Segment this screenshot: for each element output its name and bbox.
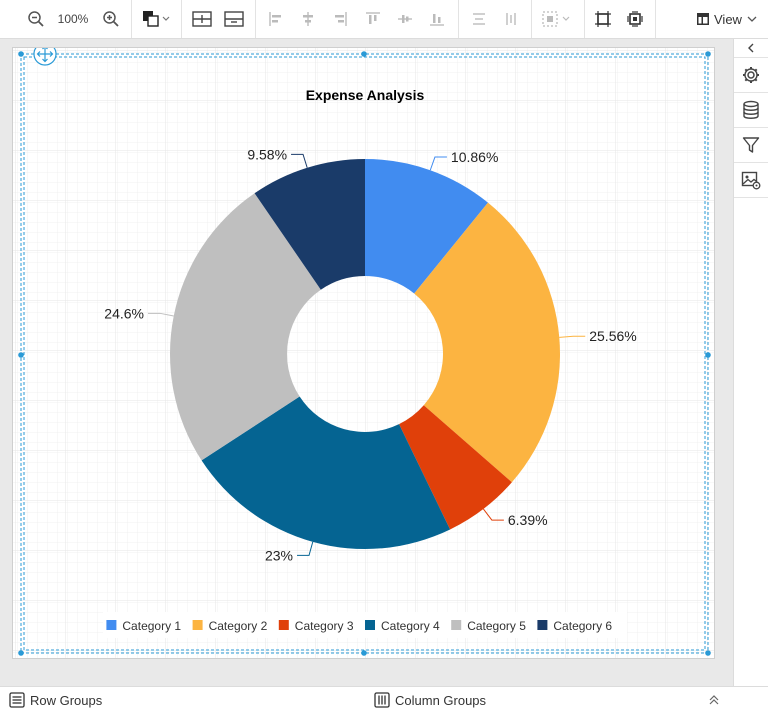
legend-label: Category 3 xyxy=(295,619,354,633)
align-middle-button[interactable] xyxy=(394,6,416,32)
designer-toolbar: 100% View xyxy=(0,0,768,39)
properties-button[interactable] xyxy=(734,58,768,93)
snap-to-grid-button[interactable] xyxy=(592,6,614,32)
header-footer-button[interactable] xyxy=(190,6,214,32)
zoom-level[interactable]: 100% xyxy=(53,6,93,32)
zoom-level-text: 100% xyxy=(57,12,89,26)
filter-icon xyxy=(742,137,760,153)
data-label: 9.58% xyxy=(247,146,287,162)
chart-design-surface: Expense Analysis 10.86% 25.56% 6.39% 23% 24.… xyxy=(13,42,714,658)
align-right-button[interactable] xyxy=(329,6,351,32)
collapse-panel-button[interactable] xyxy=(734,39,768,58)
column-groups-icon xyxy=(374,692,390,708)
chart-legend: Category 1 Category 2 Category 3 Category 4… xyxy=(103,612,627,638)
group-select-icon xyxy=(542,11,570,27)
database-icon xyxy=(743,100,759,119)
legend-swatch xyxy=(106,620,117,630)
chevron-left-icon xyxy=(748,43,754,53)
fill-color-icon xyxy=(143,11,170,27)
background-grid xyxy=(13,48,714,658)
align-center-icon xyxy=(303,12,313,26)
properties-rail xyxy=(733,39,768,686)
zoom-out-button[interactable] xyxy=(24,6,48,32)
gear-icon xyxy=(743,67,759,83)
design-canvas: Expense Analysis 10.86% 25.56% 6.39% 23% 24.… xyxy=(0,39,733,686)
row-groups-label: Row Groups xyxy=(30,692,103,708)
column-groups-label: Column Groups xyxy=(395,692,487,708)
expand-group-panel-button[interactable] xyxy=(708,687,725,713)
view-icon xyxy=(697,13,709,25)
column-groups-button[interactable]: Column Groups xyxy=(374,687,486,713)
legend-label: Category 6 xyxy=(553,619,612,633)
legend-swatch xyxy=(278,620,289,630)
move-handle-icon[interactable] xyxy=(33,42,57,66)
legend-label: Category 1 xyxy=(122,619,181,633)
image-manager-button[interactable] xyxy=(734,163,768,198)
align-bottom-button[interactable] xyxy=(426,6,448,32)
legend-swatch xyxy=(192,620,203,630)
row-groups-button[interactable]: Row Groups xyxy=(9,687,102,713)
distribute-horizontal-button[interactable] xyxy=(468,6,490,32)
fill-color-dropdown[interactable] xyxy=(140,6,174,32)
legend-label: Category 5 xyxy=(467,619,526,633)
align-top-icon xyxy=(366,12,380,24)
data-label: 6.39% xyxy=(508,512,548,528)
data-label: 10.86% xyxy=(451,149,498,165)
view-label: View xyxy=(714,11,742,27)
chart-title: Expense Analysis xyxy=(306,87,425,103)
footer-button[interactable] xyxy=(222,6,246,32)
distribute-vertical-icon xyxy=(506,13,516,25)
legend-swatch xyxy=(365,620,375,630)
zoom-in-button[interactable] xyxy=(99,6,123,32)
chevron-down-icon xyxy=(747,16,757,22)
filter-button[interactable] xyxy=(734,128,768,163)
data-label: 23% xyxy=(265,547,293,563)
data-button[interactable] xyxy=(734,93,768,128)
align-top-button[interactable] xyxy=(362,6,384,32)
snap-shape-icon xyxy=(627,11,643,27)
snap-to-shape-button[interactable] xyxy=(624,6,646,32)
legend-label: Category 4 xyxy=(381,619,440,633)
align-right-icon xyxy=(335,12,347,26)
header-icon xyxy=(192,11,212,27)
footer-icon xyxy=(224,11,244,27)
report-page: Expense Analysis 10.86% 25.56% 6.39% 23% 24.… xyxy=(12,42,715,659)
align-left-button[interactable] xyxy=(265,6,287,32)
row-groups-icon xyxy=(9,692,25,708)
align-left-icon xyxy=(269,12,281,26)
view-menu-button[interactable]: View xyxy=(696,6,760,32)
zoom-in-icon xyxy=(103,11,119,27)
align-center-button[interactable] xyxy=(297,6,319,32)
distribute-vertical-button[interactable] xyxy=(500,6,522,32)
group-dropdown[interactable] xyxy=(540,6,576,32)
legend-label: Category 2 xyxy=(209,619,268,633)
data-label: 25.56% xyxy=(589,328,636,344)
zoom-out-icon xyxy=(28,11,44,27)
data-label: 24.6% xyxy=(104,305,144,321)
image-settings-icon xyxy=(741,171,761,190)
double-chevron-up-icon xyxy=(709,695,719,705)
grouping-panel: Row Groups Column Groups xyxy=(0,686,768,712)
align-bottom-icon xyxy=(430,14,444,26)
distribute-horizontal-icon xyxy=(473,13,485,25)
snap-grid-icon xyxy=(595,11,611,27)
legend-swatch xyxy=(451,620,462,630)
legend-swatch xyxy=(537,620,548,630)
align-middle-icon xyxy=(398,15,412,23)
